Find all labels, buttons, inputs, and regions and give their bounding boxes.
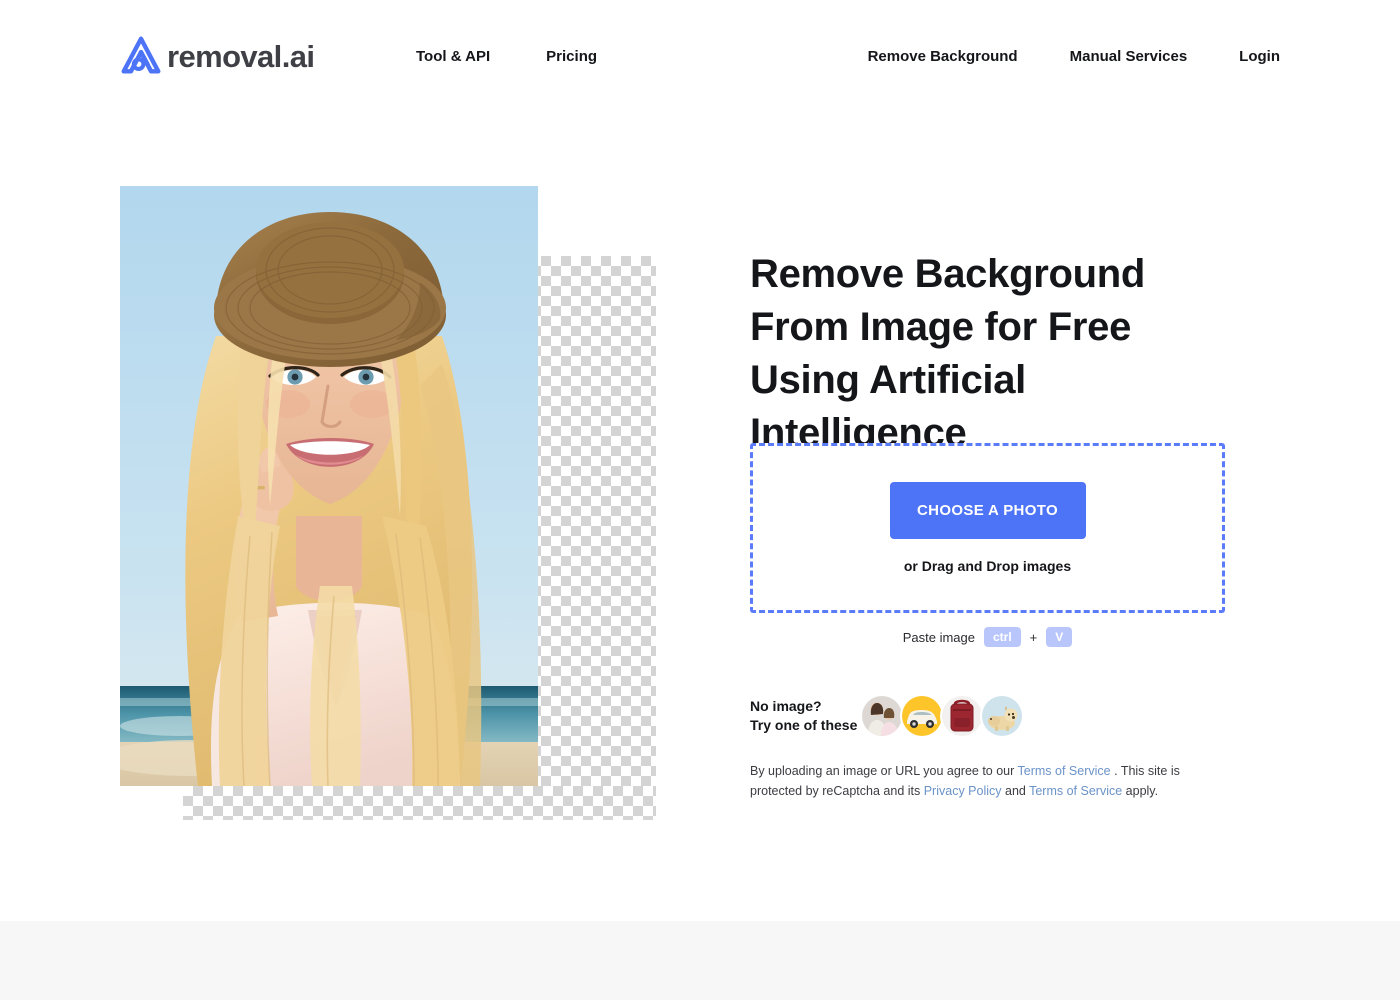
choose-a-photo-button[interactable]: CHOOSE A PHOTO bbox=[889, 482, 1086, 539]
brand-logo[interactable]: removal.ai bbox=[118, 33, 315, 79]
upload-dropzone[interactable]: CHOOSE A PHOTO or Drag and Drop images bbox=[750, 443, 1225, 613]
transparency-checkerboard-bottom bbox=[183, 786, 656, 820]
privacy-policy-link[interactable]: Privacy Policy bbox=[924, 784, 1002, 798]
nav-item-manual-services[interactable]: Manual Services bbox=[1070, 45, 1188, 68]
sample-label-line1: No image? bbox=[750, 698, 822, 714]
sample-thumb-couple[interactable] bbox=[860, 694, 904, 738]
sample-images-section: No image? Try one of these bbox=[750, 694, 1024, 738]
demo-photo bbox=[120, 186, 538, 786]
transparency-checkerboard-right bbox=[531, 256, 656, 786]
kbd-v[interactable]: V bbox=[1046, 627, 1073, 647]
preview-image-area bbox=[120, 186, 656, 820]
legal-text-part4: apply. bbox=[1122, 784, 1159, 798]
legal-text-part3: and bbox=[1001, 784, 1030, 798]
site-header: removal.ai Tool & API Pricing Remove Bac… bbox=[0, 0, 1400, 114]
primary-nav-left: Tool & API Pricing bbox=[416, 45, 597, 68]
sample-label-line2: Try one of these bbox=[750, 717, 858, 733]
brand-name: removal.ai bbox=[167, 38, 315, 74]
legal-disclaimer: By uploading an image or URL you agree t… bbox=[750, 761, 1210, 801]
nav-item-remove-background[interactable]: Remove Background bbox=[868, 45, 1018, 68]
sample-thumbnail-list bbox=[860, 694, 1024, 738]
sample-thumb-car[interactable] bbox=[900, 694, 944, 738]
sample-thumb-dog[interactable] bbox=[980, 694, 1024, 738]
footer-band bbox=[0, 921, 1400, 1000]
kbd-ctrl[interactable]: ctrl bbox=[983, 627, 1021, 647]
kbd-separator: + bbox=[1029, 629, 1038, 645]
nav-item-login[interactable]: Login bbox=[1239, 45, 1280, 68]
nav-item-tool-api[interactable]: Tool & API bbox=[416, 45, 490, 68]
page-root: removal.ai Tool & API Pricing Remove Bac… bbox=[0, 0, 1400, 1000]
drag-and-drop-hint: or Drag and Drop images bbox=[903, 558, 1072, 574]
paste-image-hint: Paste image ctrl + V bbox=[750, 627, 1225, 647]
legal-text-part1: By uploading an image or URL you agree t… bbox=[750, 764, 1018, 778]
primary-nav-right: Remove Background Manual Services Login bbox=[868, 45, 1280, 68]
removal-ai-logo-icon bbox=[118, 33, 164, 79]
sample-images-label: No image? Try one of these bbox=[750, 697, 860, 735]
sample-thumb-backpack[interactable] bbox=[940, 694, 984, 738]
nav-item-pricing[interactable]: Pricing bbox=[546, 45, 597, 68]
paste-image-label: Paste image bbox=[902, 629, 975, 645]
terms-of-service-link-1[interactable]: Terms of Service bbox=[1018, 764, 1111, 778]
page-title: Remove Background From Image for Free Us… bbox=[750, 252, 1145, 455]
terms-of-service-link-2[interactable]: Terms of Service bbox=[1029, 784, 1122, 798]
hero-section: Remove Background From Image for Free Us… bbox=[750, 248, 1230, 460]
